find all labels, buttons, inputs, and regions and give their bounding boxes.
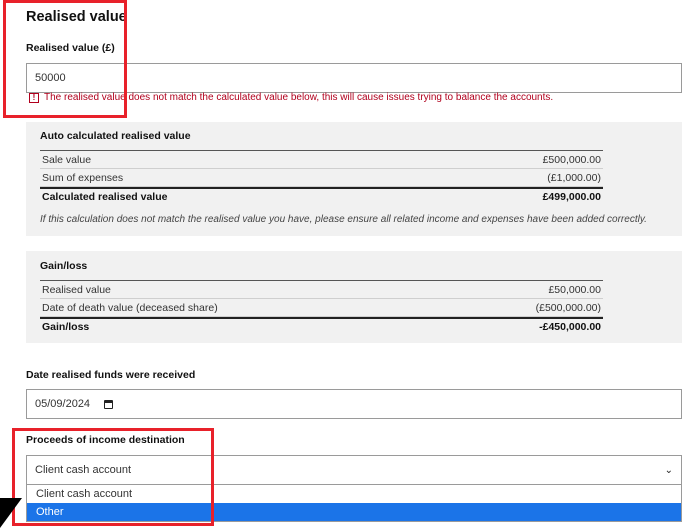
total-label: Gain/loss [42,321,90,333]
row-value: £500,000.00 [542,153,601,166]
row-label: Date of death value (deceased share) [42,301,218,314]
row-label: Sum of expenses [42,171,124,184]
highlight-box-proceeds-destination [12,428,214,526]
date-received-input[interactable]: 05/09/2024 [26,389,682,419]
calendar-icon[interactable] [104,399,114,409]
table-row: Realised value £50,000.00 [40,281,603,299]
chevron-down-icon: ⌄ [664,464,673,476]
row-value: (£1,000.00) [547,171,601,184]
total-value: £499,000.00 [542,191,601,203]
gain-loss-title: Gain/loss [40,260,88,272]
total-value: -£450,000.00 [539,321,601,333]
row-label: Realised value [42,283,111,296]
auto-calc-note: If this calculation does not match the r… [40,214,647,225]
auto-calc-panel: Auto calculated realised value Sale valu… [26,122,682,236]
table-row-total: Calculated realised value £499,000.00 [40,187,603,205]
row-value: £50,000.00 [548,283,601,296]
mouse-cursor-icon [0,498,22,528]
row-value: (£500,000.00) [535,301,601,314]
table-row: Sale value £500,000.00 [40,151,603,169]
date-received-label: Date realised funds were received [26,369,196,381]
gain-loss-table: Realised value £50,000.00 Date of death … [40,280,603,335]
gain-loss-panel: Gain/loss Realised value £50,000.00 Date… [26,251,682,343]
date-received-text: 05/09/2024 [35,398,91,410]
row-label: Sale value [42,153,92,166]
auto-calc-title: Auto calculated realised value [40,130,191,142]
highlight-box-realised-value [3,0,127,118]
total-label: Calculated realised value [42,191,168,203]
table-row: Sum of expenses (£1,000.00) [40,169,603,187]
table-row: Date of death value (deceased share) (£5… [40,299,603,317]
table-row-total: Gain/loss -£450,000.00 [40,317,603,335]
auto-calc-table: Sale value £500,000.00 Sum of expenses (… [40,150,603,205]
